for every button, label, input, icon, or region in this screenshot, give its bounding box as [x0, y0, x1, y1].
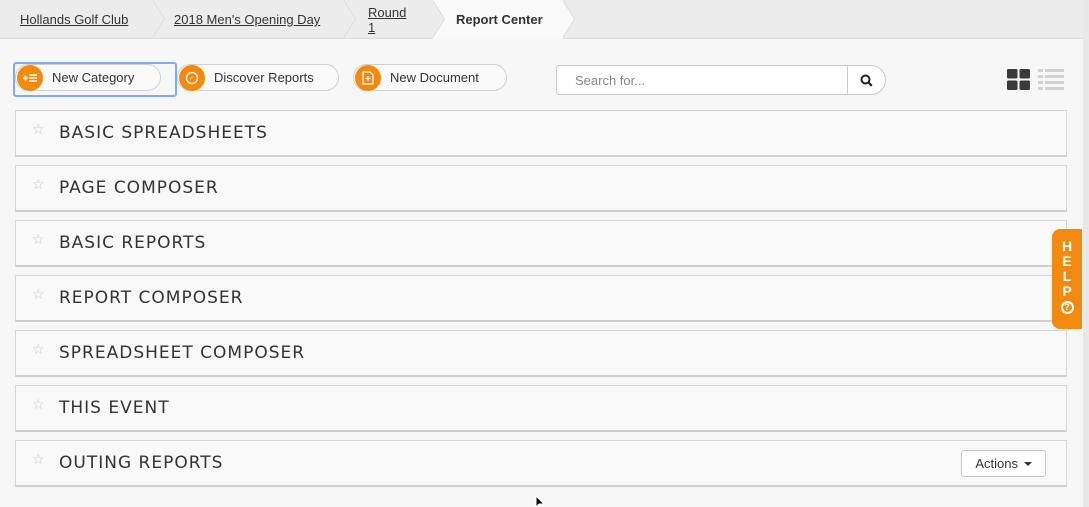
star-icon[interactable]: ☆ — [32, 231, 45, 248]
add-list-icon — [17, 65, 43, 91]
breadcrumb: Hollands Golf Club 2018 Men's Opening Da… — [0, 0, 1083, 39]
star-icon[interactable]: ☆ — [32, 396, 45, 413]
discover-reports-label: Discover Reports — [214, 70, 314, 85]
new-document-icon — [355, 65, 381, 91]
breadcrumb-club-link[interactable]: Hollands Golf Club — [0, 0, 165, 39]
breadcrumb-separator — [432, 0, 445, 38]
breadcrumb-event-link[interactable]: 2018 Men's Opening Day — [153, 0, 356, 39]
category-title: BASIC SPREADSHEETS — [59, 123, 268, 143]
breadcrumb-separator — [343, 0, 356, 38]
new-category-button[interactable]: New Category — [15, 64, 161, 91]
breadcrumb-label: Hollands Golf Club — [20, 12, 129, 27]
actions-label: Actions — [975, 456, 1018, 471]
new-category-label: New Category — [52, 70, 135, 85]
new-document-button[interactable]: New Document — [353, 64, 507, 91]
category-title: REPORT COMPOSER — [59, 288, 244, 308]
category-title: SPREADSHEET COMPOSER — [59, 343, 306, 363]
breadcrumb-separator — [152, 0, 165, 38]
category-title: BASIC REPORTS — [59, 233, 207, 253]
breadcrumb-current: Report Center — [433, 0, 575, 39]
search-input[interactable] — [557, 66, 847, 94]
help-letter: P — [1062, 283, 1072, 299]
star-icon[interactable]: ☆ — [32, 451, 45, 468]
star-icon[interactable]: ☆ — [32, 341, 45, 358]
star-icon[interactable]: ☆ — [32, 176, 45, 193]
breadcrumb-label: Report Center — [456, 12, 543, 27]
list-view-icon[interactable] — [1038, 69, 1064, 90]
search-button[interactable] — [847, 66, 885, 94]
category-row[interactable]: ☆ BASIC REPORTS — [15, 220, 1067, 267]
breadcrumb-separator — [562, 0, 575, 38]
breadcrumb-label: 2018 Men's Opening Day — [174, 12, 321, 27]
breadcrumb-label: Round 1 — [368, 4, 407, 35]
help-tab[interactable]: H E L P ? — [1052, 229, 1082, 329]
grid-view-icon[interactable] — [1007, 69, 1030, 90]
help-letter: E — [1062, 253, 1072, 269]
question-icon: ? — [1060, 301, 1074, 314]
mouse-cursor-icon — [535, 496, 546, 507]
search-icon — [860, 74, 873, 87]
category-title: THIS EVENT — [59, 398, 170, 418]
discover-reports-button[interactable]: Discover Reports — [177, 64, 339, 91]
help-letter: H — [1061, 238, 1073, 254]
category-row[interactable]: ☆ OUTING REPORTS Actions — [15, 440, 1067, 487]
category-row[interactable]: ☆ SPREADSHEET COMPOSER — [15, 330, 1067, 377]
compass-icon — [179, 65, 205, 91]
chevron-down-icon — [1024, 461, 1032, 466]
breadcrumb-round-link[interactable]: Round 1 — [344, 0, 445, 39]
search-box — [556, 65, 886, 95]
category-row[interactable]: ☆ BASIC SPREADSHEETS — [15, 110, 1067, 157]
new-document-label: New Document — [390, 70, 479, 85]
actions-dropdown-button[interactable]: Actions — [961, 450, 1046, 477]
star-icon[interactable]: ☆ — [32, 286, 45, 303]
category-title: PAGE COMPOSER — [59, 178, 219, 198]
star-icon[interactable]: ☆ — [32, 121, 45, 138]
category-row[interactable]: ☆ PAGE COMPOSER — [15, 165, 1067, 212]
category-row[interactable]: ☆ THIS EVENT — [15, 385, 1067, 432]
scrollbar[interactable] — [1083, 0, 1089, 507]
help-letter: L — [1062, 268, 1072, 284]
category-title: OUTING REPORTS — [59, 453, 224, 473]
category-row[interactable]: ☆ REPORT COMPOSER — [15, 275, 1067, 322]
